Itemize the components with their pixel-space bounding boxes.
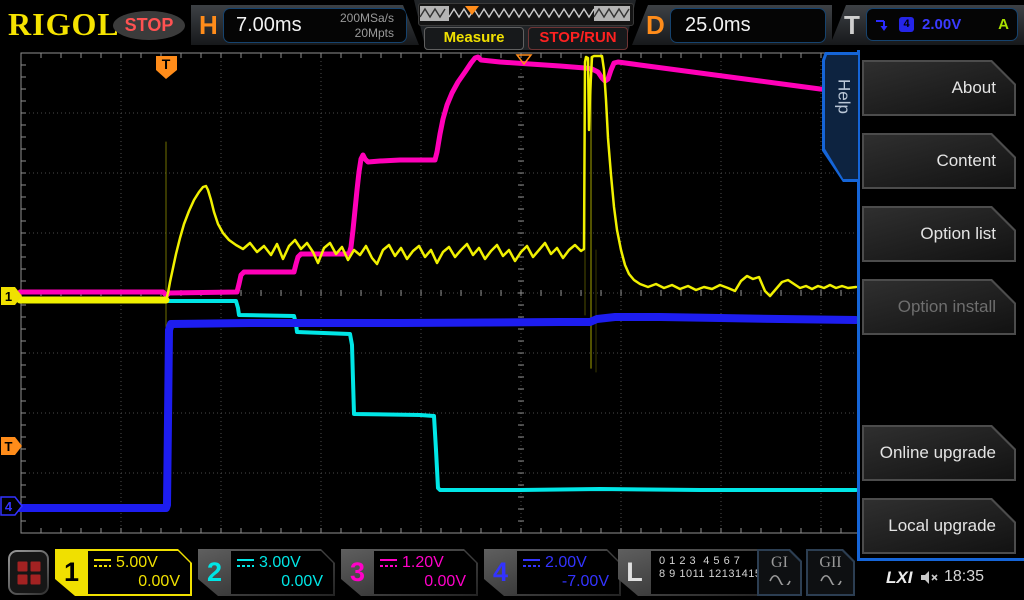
channel-3-number: 3 [341,549,374,596]
channel-3-block[interactable]: 3 1.20V 0.00V [341,549,478,596]
dc-coupling-icon [523,558,540,568]
logic-channels-block[interactable]: L 0 1 2 3 4 5 6 7 8 9 1011 12131415 [618,549,772,596]
channel-2-block[interactable]: 2 3.00V 0.00V [198,549,335,596]
ch1-trace [166,56,856,300]
horizontal-label: H [199,10,218,41]
channel-2-scale: 3.00V [259,554,301,572]
menu-item-local-upgrade[interactable]: Local upgrade [862,498,1016,554]
lxi-status: LXI [886,568,912,588]
channel-2-number: 2 [198,549,231,596]
help-tab-label: Help [834,79,854,114]
sine-wave-icon [820,574,842,585]
generator-2-label: GII [808,554,853,572]
trigger-source-badge: 4 [899,17,914,32]
delay-box[interactable]: 25.0ms [670,8,826,43]
ch2-trace [20,301,856,490]
channel-4-number: 4 [484,549,517,596]
svg-text:1: 1 [5,289,12,304]
channel-1-offset: 0.00V [94,573,182,591]
menu-item-option-install: Option install [862,279,1016,335]
main-menu-button[interactable] [8,550,49,595]
record-waveform-icon [419,4,631,23]
dc-coupling-icon [94,558,111,568]
channel-4-block[interactable]: 4 2.00V -7.00V [484,549,621,596]
timebase-value: 7.00ms [236,14,340,37]
channel-3-offset: 0.00V [380,573,468,591]
menu-item-online-upgrade[interactable]: Online upgrade [862,425,1016,481]
channel-4-scale: 2.00V [545,554,587,572]
channel-4-offset: -7.00V [523,573,611,591]
logic-label: L [618,549,651,596]
channel-1-scale: 5.00V [116,554,158,572]
generator-2-button[interactable]: GII [806,549,855,596]
horizontal-panel[interactable]: H 7.00ms 200MSa/s 20Mpts [191,5,419,45]
dc-coupling-icon [237,558,254,568]
channel-1-number: 1 [55,549,88,596]
channel-2-offset: 0.00V [237,573,325,591]
generator-1-button[interactable]: GI [757,549,802,596]
falling-edge-trigger-icon [875,18,891,32]
trigger-panel[interactable]: T 4 2.00V A [830,5,1024,45]
oscilloscope-screen: 1 T 4 T RIGOL STOP H 7.00ms 200MSa/s 20Mpts… [0,0,1024,600]
delay-label: D [646,10,665,41]
channel-3-scale: 1.20V [402,554,444,572]
menu-item-content[interactable]: Content [862,133,1016,189]
memory-depth: 20Mpts [340,26,394,40]
trigger-box[interactable]: 4 2.00V A [866,8,1018,41]
generator-1-label: GI [759,554,800,572]
svg-text:T: T [5,439,13,454]
delay-panel[interactable]: D 25.0ms [632,5,832,45]
rigol-logo: RIGOL [8,6,120,43]
logic-row-2: 8 9 1011 12131415 [659,568,766,581]
run-state-badge: STOP [113,11,185,40]
svg-text:4: 4 [5,499,13,514]
acquisition-info: 200MSa/s 20Mpts [340,11,394,40]
menu-item-option-list[interactable]: Option list [862,206,1016,262]
measure-button[interactable]: Measure [424,27,524,50]
channel-1-block[interactable]: 1 5.00V 0.00V [55,549,192,596]
stop-run-button[interactable]: STOP/RUN [528,27,628,50]
record-position-bar[interactable] [418,3,634,26]
menu-grid-icon [17,561,40,584]
sine-wave-icon [769,574,791,585]
delay-value: 25.0ms [685,14,751,37]
speaker-muted-icon[interactable] [920,570,940,585]
trigger-level-value: 2.00V [922,16,961,33]
logic-row-1: 0 1 2 3 4 5 6 7 [659,555,766,568]
clock: 18:35 [944,568,984,586]
dc-coupling-icon [380,558,397,568]
trigger-label: T [844,10,860,41]
trigger-mode: A [998,16,1009,33]
sample-rate: 200MSa/s [340,11,394,25]
svg-text:T: T [162,56,171,72]
menu-item-about[interactable]: About [862,60,1016,116]
timebase-box[interactable]: 7.00ms 200MSa/s 20Mpts [223,8,407,43]
